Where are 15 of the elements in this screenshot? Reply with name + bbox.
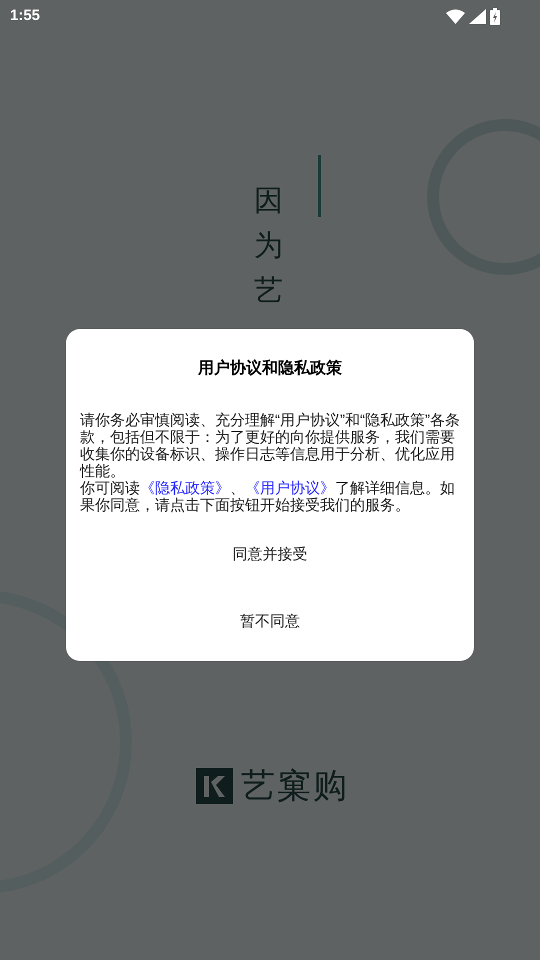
dialog-button[interactable]: 暂不同意 bbox=[228, 600, 312, 643]
agreement-paragraph: 请你务必审慎阅读、充分理解“用户协议”和“隐私政策”各条款，包括但不限于：为了更好的向你提供服务，我们需要收集你的设备标识、操作日志等信息用于分析、优化应用性能。 bbox=[80, 412, 460, 480]
wifi-icon bbox=[446, 8, 465, 24]
slogan-text: 因为艺 bbox=[254, 182, 283, 309]
vertical-rule bbox=[318, 155, 321, 217]
policy-link[interactable]: 《用户协议》 bbox=[245, 480, 335, 497]
status-time: 1:55 bbox=[10, 6, 40, 26]
policy-link[interactable]: 《隐私政策》 bbox=[140, 480, 230, 497]
battery-icon bbox=[490, 8, 500, 24]
brand-name: 艺窠购 bbox=[241, 769, 349, 803]
signal-icon bbox=[469, 8, 486, 24]
logo-icon bbox=[196, 768, 233, 804]
dialog-button[interactable]: 同意并接受 bbox=[220, 534, 320, 576]
dialog-title: 用户协议和隐私政策 bbox=[198, 358, 342, 379]
agreement-paragraph: 你可阅读《隐私政策》、《用户协议》了解详细信息。如果你同意，请点击下面按钮开始接受我们的服务。 bbox=[80, 480, 456, 514]
